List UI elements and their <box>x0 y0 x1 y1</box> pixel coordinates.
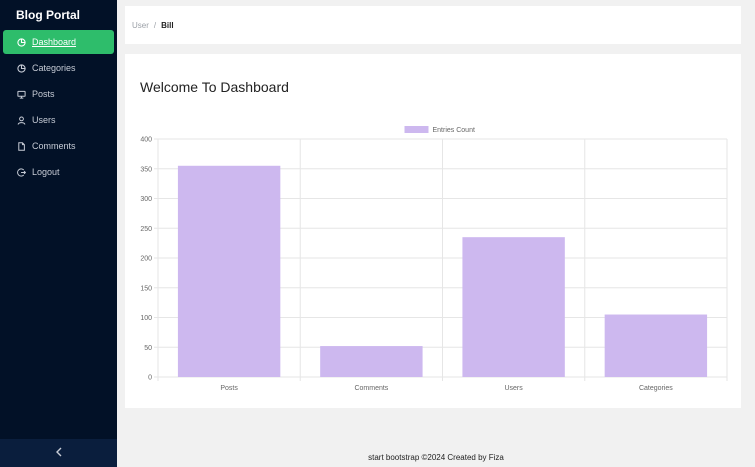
pie-chart-icon <box>16 37 26 47</box>
x-tick-label: Posts <box>220 385 238 392</box>
y-tick-label: 350 <box>140 166 152 173</box>
sidebar-item-label: Categories <box>32 63 76 73</box>
footer-text: start bootstrap ©2024 Created by Fiza <box>368 453 504 462</box>
sidebar-item-label: Users <box>32 115 56 125</box>
y-tick-label: 400 <box>140 137 152 144</box>
x-tick-label: Users <box>504 385 523 392</box>
breadcrumb-current: Bill <box>161 20 174 30</box>
sidebar-collapse-button[interactable] <box>0 439 117 467</box>
sidebar-item-comments[interactable]: Comments <box>0 134 117 158</box>
breadcrumb: User / Bill <box>125 6 741 44</box>
y-tick-label: 250 <box>140 226 152 233</box>
x-tick-label: Categories <box>639 385 673 392</box>
sidebar: Blog Portal Dashboard Categories Posts U… <box>0 0 117 467</box>
legend-swatch <box>404 126 429 133</box>
sidebar-item-label: Comments <box>32 141 76 151</box>
y-tick-label: 50 <box>144 345 152 352</box>
bar-comments <box>320 346 423 377</box>
page-title: Welcome To Dashboard <box>140 79 289 95</box>
bar-posts <box>177 165 281 377</box>
document-icon <box>16 141 26 151</box>
sidebar-item-posts[interactable]: Posts <box>0 82 117 106</box>
dashboard-card: Welcome To Dashboard 0 50 100 150 200 250 300 3… <box>125 54 741 408</box>
logout-icon <box>16 167 26 177</box>
y-tick-label: 100 <box>140 315 152 322</box>
y-tick-label: 200 <box>140 256 152 263</box>
chevron-left-icon <box>55 446 63 460</box>
sidebar-item-dashboard[interactable]: Dashboard <box>3 30 114 54</box>
sidebar-item-label: Dashboard <box>32 37 77 47</box>
bar-chart: 0 50 100 150 200 250 300 350 400 Posts Comments Use… <box>140 126 728 392</box>
sidebar-item-categories[interactable]: Categories <box>0 56 117 80</box>
brand-title: Blog Portal <box>16 8 81 22</box>
pie-chart-icon <box>16 63 26 73</box>
user-icon <box>16 115 26 125</box>
sidebar-nav: Dashboard Categories Posts Users Comment… <box>0 30 117 186</box>
sidebar-item-users[interactable]: Users <box>0 108 117 132</box>
sidebar-item-label: Logout <box>32 167 60 177</box>
y-tick-label: 0 <box>148 375 152 382</box>
sidebar-item-logout[interactable]: Logout <box>0 160 117 184</box>
breadcrumb-parent[interactable]: User <box>132 21 149 30</box>
y-tick-label: 300 <box>140 196 152 203</box>
y-tick-label: 150 <box>140 285 152 292</box>
sidebar-item-label: Posts <box>32 89 55 99</box>
monitor-icon <box>16 89 26 99</box>
legend-label: Entries Count <box>433 127 475 134</box>
bar-users <box>462 237 565 377</box>
breadcrumb-separator: / <box>153 20 157 30</box>
bar-categories <box>604 314 708 377</box>
x-tick-label: Comments <box>354 385 388 392</box>
